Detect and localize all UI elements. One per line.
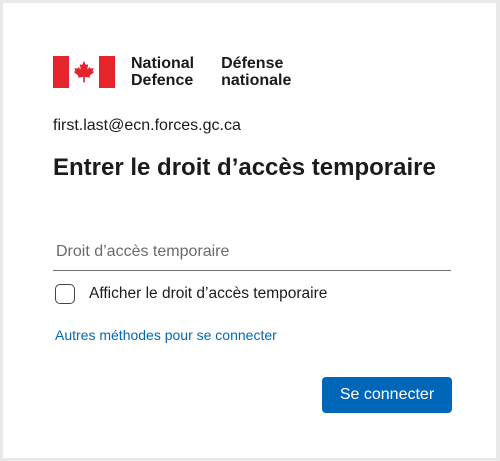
account-email: first.last@ecn.forces.gc.ca [53, 117, 241, 134]
brand-wordmark: National Defence Défense nationale [131, 55, 291, 89]
brand-logo: National Defence Défense nationale [53, 55, 291, 89]
tap-field-container [53, 233, 451, 271]
other-sign-in-methods-link[interactable]: Autres méthodes pour se connecter [55, 327, 277, 343]
brand-fr-line2: nationale [221, 72, 292, 89]
brand-fr-line1: Défense [221, 55, 284, 72]
sign-in-card: National Defence Défense nationale first… [3, 3, 496, 458]
canada-flag-icon [53, 56, 115, 88]
show-tap-checkbox-row[interactable]: Afficher le droit d’accès temporaire [55, 284, 327, 304]
tap-input[interactable] [53, 233, 451, 270]
brand-en-line2: Defence [131, 72, 194, 89]
show-tap-label: Afficher le droit d’accès temporaire [89, 285, 328, 302]
page-title: Entrer le droit d’accès temporaire [53, 154, 436, 181]
show-tap-checkbox[interactable] [55, 284, 75, 304]
brand-en-line1: National [131, 55, 195, 72]
sign-in-button[interactable]: Se connecter [322, 377, 452, 413]
